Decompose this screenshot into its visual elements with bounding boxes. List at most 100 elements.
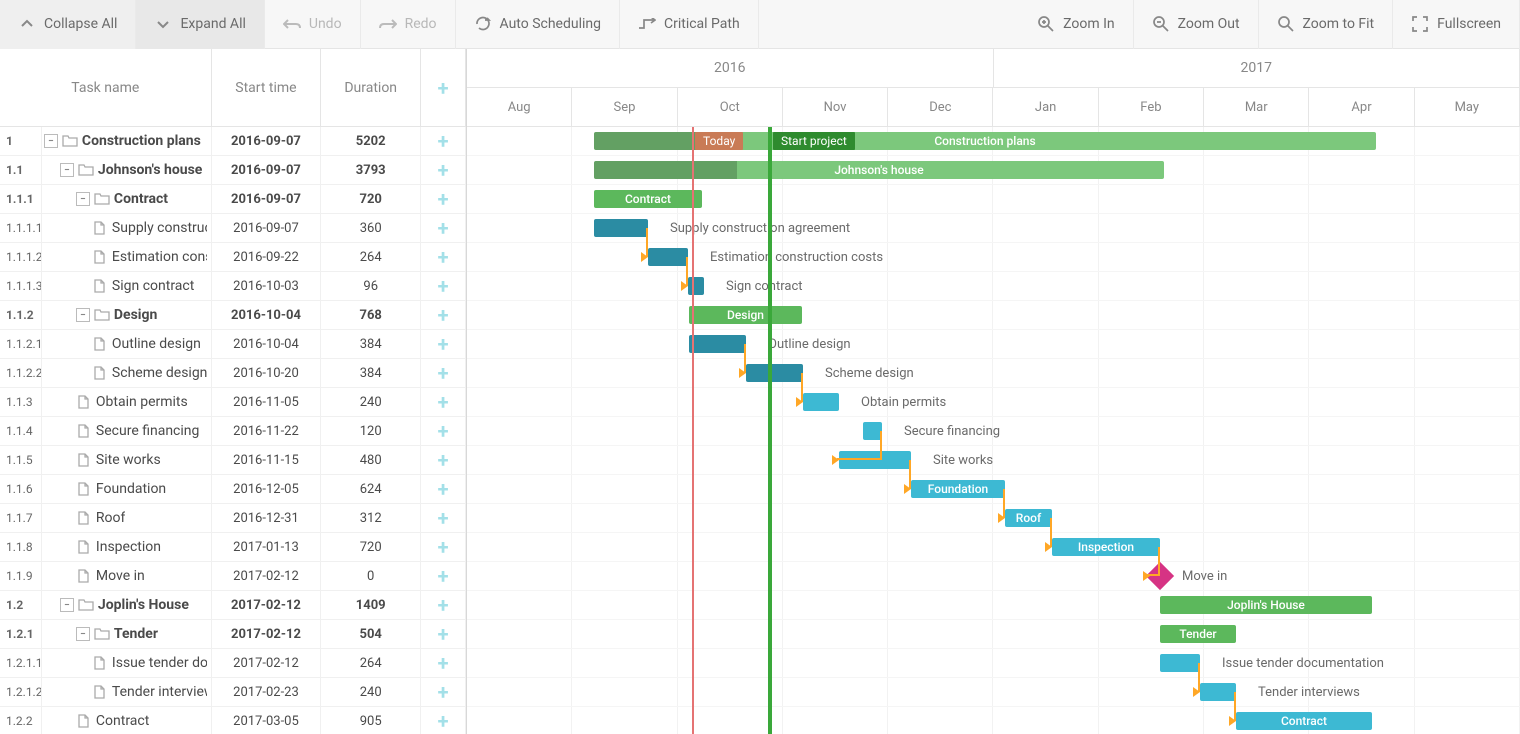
grid-row[interactable]: 1.2.1.1Issue tender documentation2017-02… bbox=[0, 649, 466, 678]
grid-row[interactable]: 1.2.1.2Tender interviews2017-02-23240+ bbox=[0, 678, 466, 707]
task-bar[interactable] bbox=[746, 364, 803, 382]
add-cell[interactable]: + bbox=[421, 649, 466, 677]
col-header-duration[interactable]: Duration bbox=[321, 49, 421, 127]
add-cell[interactable]: + bbox=[421, 533, 466, 561]
collapse-all-button[interactable]: Collapse All bbox=[0, 0, 136, 49]
grid-row[interactable]: 1−Construction plans2016-09-075202+ bbox=[0, 127, 466, 156]
grid-row[interactable]: 1.1.1.3Sign contract2016-10-0396+ bbox=[0, 272, 466, 301]
collapse-toggle[interactable]: − bbox=[76, 627, 90, 641]
gantt-row[interactable]: Supply construction agreement bbox=[467, 214, 1520, 243]
add-cell[interactable]: + bbox=[421, 591, 466, 619]
gantt-row[interactable]: Contract bbox=[467, 185, 1520, 214]
milestone[interactable] bbox=[1146, 562, 1174, 590]
task-bar[interactable]: Inspection bbox=[1052, 538, 1160, 556]
grid-row[interactable]: 1.1.2−Design2016-10-04768+ bbox=[0, 301, 466, 330]
add-cell[interactable]: + bbox=[421, 214, 466, 242]
task-bar[interactable]: Foundation bbox=[911, 480, 1005, 498]
task-bar[interactable]: Joplin's House bbox=[1160, 596, 1372, 614]
task-cell[interactable]: −Johnson's house bbox=[42, 156, 212, 184]
collapse-toggle[interactable]: − bbox=[60, 598, 74, 612]
task-bar[interactable]: Contract bbox=[1236, 712, 1372, 730]
task-bar[interactable] bbox=[1200, 683, 1236, 701]
task-cell[interactable]: Roof bbox=[42, 504, 212, 532]
task-cell[interactable]: Tender interviews bbox=[42, 678, 212, 706]
undo-button[interactable]: Undo bbox=[265, 0, 361, 49]
task-cell[interactable]: Secure financing bbox=[42, 417, 212, 445]
task-bar[interactable] bbox=[863, 422, 882, 440]
redo-button[interactable]: Redo bbox=[361, 0, 456, 49]
add-cell[interactable]: + bbox=[421, 620, 466, 648]
critical-path-button[interactable]: Critical Path bbox=[620, 0, 759, 49]
grid-body[interactable]: 1−Construction plans2016-09-075202+1.1−J… bbox=[0, 127, 466, 734]
col-header-task[interactable]: Task name bbox=[0, 49, 212, 127]
grid-row[interactable]: 1.2.1−Tender2017-02-12504+ bbox=[0, 620, 466, 649]
col-header-start[interactable]: Start time bbox=[212, 49, 322, 127]
gantt-row[interactable]: Joplin's House bbox=[467, 591, 1520, 620]
gantt-row[interactable]: Foundation bbox=[467, 475, 1520, 504]
task-cell[interactable]: Move in bbox=[42, 562, 212, 590]
task-bar[interactable] bbox=[1160, 654, 1200, 672]
task-cell[interactable]: Estimation construction costs bbox=[42, 243, 212, 271]
grid-row[interactable]: 1.1.1.2Estimation construction costs2016… bbox=[0, 243, 466, 272]
add-cell[interactable]: + bbox=[421, 243, 466, 271]
task-cell[interactable]: Supply construction agreement bbox=[42, 214, 212, 242]
add-cell[interactable]: + bbox=[421, 272, 466, 300]
gantt-row[interactable]: Inspection bbox=[467, 533, 1520, 562]
grid-row[interactable]: 1.1.3Obtain permits2016-11-05240+ bbox=[0, 388, 466, 417]
gantt-row[interactable]: Issue tender documentation bbox=[467, 649, 1520, 678]
zoom-fit-button[interactable]: Zoom to Fit bbox=[1259, 0, 1394, 49]
col-header-add[interactable]: + bbox=[421, 49, 466, 127]
add-cell[interactable]: + bbox=[421, 127, 466, 155]
task-cell[interactable]: −Design bbox=[42, 301, 212, 329]
task-cell[interactable]: −Contract bbox=[42, 185, 212, 213]
task-bar[interactable]: Roof bbox=[1005, 509, 1052, 527]
task-cell[interactable]: Contract bbox=[42, 707, 212, 734]
gantt-row[interactable]: Estimation construction costs bbox=[467, 243, 1520, 272]
add-cell[interactable]: + bbox=[421, 417, 466, 445]
gantt-row[interactable]: Sign contract bbox=[467, 272, 1520, 301]
add-cell[interactable]: + bbox=[421, 707, 466, 734]
grid-row[interactable]: 1.2.2Contract2017-03-05905+ bbox=[0, 707, 466, 734]
add-cell[interactable]: + bbox=[421, 185, 466, 213]
grid-row[interactable]: 1.1.7Roof2016-12-31312+ bbox=[0, 504, 466, 533]
task-bar[interactable]: Johnson's house bbox=[594, 161, 1164, 179]
add-cell[interactable]: + bbox=[421, 301, 466, 329]
add-cell[interactable]: + bbox=[421, 562, 466, 590]
grid-row[interactable]: 1.1.2.1Outline design2016-10-04384+ bbox=[0, 330, 466, 359]
task-cell[interactable]: Obtain permits bbox=[42, 388, 212, 416]
add-cell[interactable]: + bbox=[421, 330, 466, 358]
gantt-row[interactable]: Outline design bbox=[467, 330, 1520, 359]
task-bar[interactable] bbox=[839, 451, 911, 469]
gantt-row[interactable]: Scheme design bbox=[467, 359, 1520, 388]
expand-all-button[interactable]: Expand All bbox=[136, 0, 264, 49]
task-cell[interactable]: Scheme design bbox=[42, 359, 212, 387]
grid-row[interactable]: 1.1.6Foundation2016-12-05624+ bbox=[0, 475, 466, 504]
gantt-row[interactable]: Roof bbox=[467, 504, 1520, 533]
gantt-row[interactable]: Obtain permits bbox=[467, 388, 1520, 417]
gantt-row[interactable]: Move in bbox=[467, 562, 1520, 591]
add-cell[interactable]: + bbox=[421, 359, 466, 387]
fullscreen-button[interactable]: Fullscreen bbox=[1393, 0, 1520, 49]
collapse-toggle[interactable]: − bbox=[44, 134, 58, 148]
add-cell[interactable]: + bbox=[421, 388, 466, 416]
gantt-chart[interactable]: 20162017 AugSepOctNovDecJanFebMarAprMay … bbox=[467, 49, 1520, 734]
task-cell[interactable]: Outline design bbox=[42, 330, 212, 358]
gantt-row[interactable]: Tender bbox=[467, 620, 1520, 649]
gantt-row[interactable]: Secure financing bbox=[467, 417, 1520, 446]
grid-row[interactable]: 1.1.4Secure financing2016-11-22120+ bbox=[0, 417, 466, 446]
collapse-toggle[interactable]: − bbox=[76, 192, 90, 206]
grid-row[interactable]: 1.2−Joplin's House2017-02-121409+ bbox=[0, 591, 466, 620]
task-cell[interactable]: Issue tender documentation bbox=[42, 649, 212, 677]
add-cell[interactable]: + bbox=[421, 446, 466, 474]
gantt-row[interactable]: Construction plansTodayStart project bbox=[467, 127, 1520, 156]
collapse-toggle[interactable]: − bbox=[60, 163, 74, 177]
task-bar[interactable] bbox=[688, 277, 704, 295]
add-cell[interactable]: + bbox=[421, 475, 466, 503]
task-cell[interactable]: −Joplin's House bbox=[42, 591, 212, 619]
task-bar[interactable]: Contract bbox=[594, 190, 702, 208]
auto-scheduling-button[interactable]: Auto Scheduling bbox=[456, 0, 620, 49]
grid-row[interactable]: 1.1.9Move in2017-02-120+ bbox=[0, 562, 466, 591]
gantt-row[interactable]: Johnson's house bbox=[467, 156, 1520, 185]
task-cell[interactable]: −Construction plans bbox=[42, 127, 212, 155]
task-bar[interactable]: Design bbox=[689, 306, 802, 324]
